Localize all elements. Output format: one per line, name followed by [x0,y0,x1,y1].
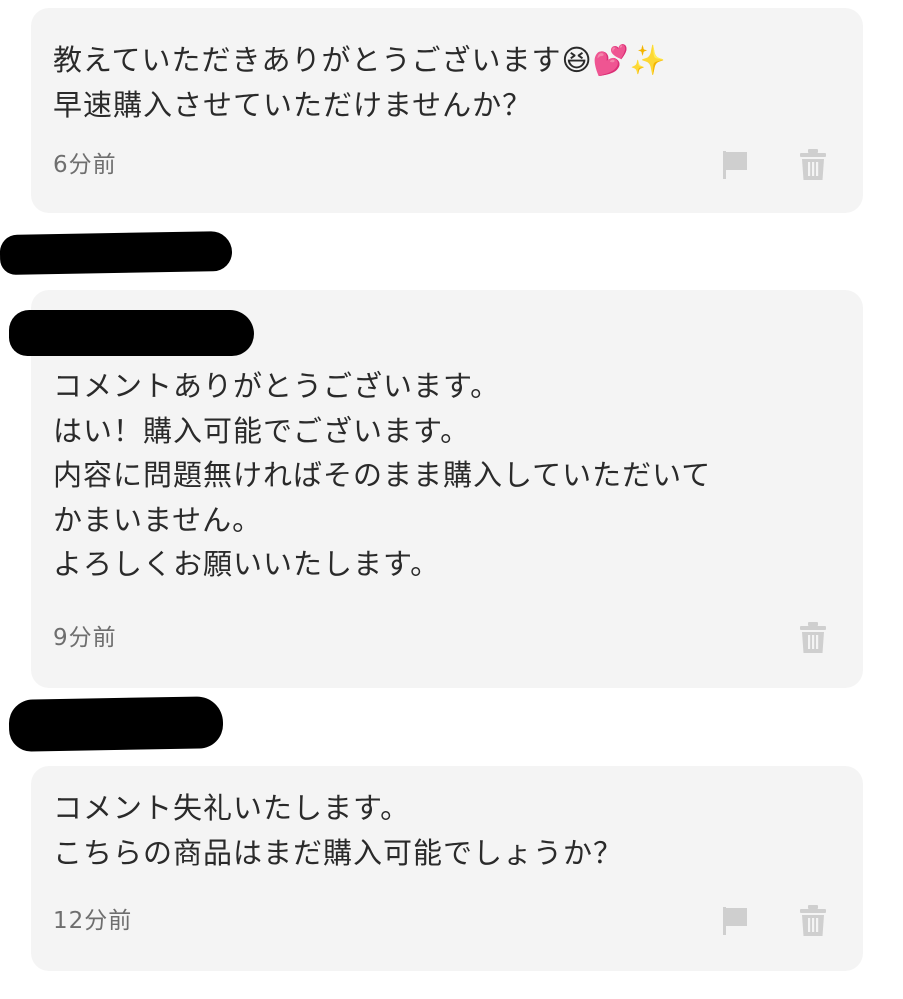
comment-bubble: 教えていただきありがとうございます😆💕✨ 早速購入させていただけませんか？ 6分… [31,8,863,213]
trash-icon[interactable] [793,145,833,185]
flag-icon[interactable] [715,901,755,941]
comment-timestamp: 6分前 [53,152,117,178]
redacted-username [0,230,233,276]
comment-timestamp: 12分前 [53,908,133,934]
trash-icon[interactable] [793,901,833,941]
comment-bubble: コメント失礼いたします。 こちらの商品はまだ購入可能でしょうか？ 12分前 [31,766,863,971]
flag-icon[interactable] [715,145,755,185]
comment-text: コメントありがとうございます。 はい！購入可能でございます。 内容に問題無ければ… [53,369,712,581]
trash-icon[interactable] [793,618,833,658]
comment-timestamp: 9分前 [53,625,117,651]
comment-bubble: コメントありがとうございます。 はい！購入可能でございます。 内容に問題無ければ… [9,290,863,688]
redacted-username [8,696,224,752]
comment-text: 教えていただきありがとうございます😆💕✨ 早速購入させていただけませんか？ [53,43,667,122]
comment-text: コメント失礼いたします。 こちらの商品はまだ購入可能でしょうか？ [53,791,624,870]
redacted-username [9,310,254,356]
